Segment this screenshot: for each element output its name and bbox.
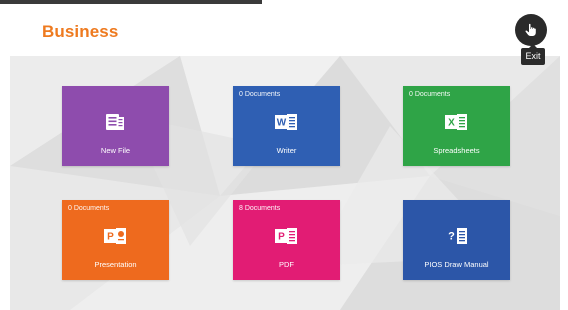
exit-button[interactable]	[515, 14, 547, 46]
tile-label: Presentation	[94, 260, 137, 269]
presentation-letter: P	[107, 232, 114, 243]
pdf-letter: P	[278, 232, 285, 243]
tile-pios-draw-manual[interactable]: ? PIOS Draw Manual	[403, 200, 510, 280]
tile-presentation[interactable]: 0 Documents P Presentation	[62, 200, 169, 280]
writer-letter: W	[277, 118, 287, 129]
tile-count: 0 Documents	[409, 91, 451, 98]
page-title: Business	[42, 22, 119, 41]
tile-count: 0 Documents	[239, 91, 281, 98]
manual-letter: ?	[448, 231, 455, 243]
tile-label: PDF	[279, 260, 294, 269]
tile-count: 8 Documents	[239, 205, 281, 212]
new-file-icon	[106, 114, 124, 130]
writer-doc-icon: W	[275, 114, 297, 130]
tile-new-file[interactable]: New File	[62, 86, 169, 166]
tile-label: Spreadsheets	[433, 146, 480, 155]
spreadsheet-letter: X	[448, 118, 455, 129]
tile-writer[interactable]: 0 Documents W Writer	[233, 86, 340, 166]
tile-pdf[interactable]: 8 Documents P PDF	[233, 200, 340, 280]
tile-label: PIOS Draw Manual	[424, 260, 489, 269]
help-manual-icon: ?	[448, 228, 467, 244]
tile-count: 0 Documents	[68, 205, 110, 212]
hand-pointer-icon	[525, 23, 536, 36]
exit-tooltip: Exit	[521, 44, 545, 65]
spreadsheet-icon: X	[445, 114, 467, 130]
pdf-icon: P	[275, 228, 297, 244]
tile-label: New File	[100, 146, 131, 155]
content-area: New File 0 Documents W Writer 0 Document…	[10, 56, 560, 310]
presentation-icon: P	[104, 228, 126, 244]
tile-label: Writer	[276, 146, 297, 155]
header-bar: Business	[8, 4, 560, 56]
app-window: Business Exit New File 0 Documents W Wri…	[0, 0, 568, 310]
tile-spreadsheets[interactable]: 0 Documents X Spreadsheets	[403, 86, 510, 166]
